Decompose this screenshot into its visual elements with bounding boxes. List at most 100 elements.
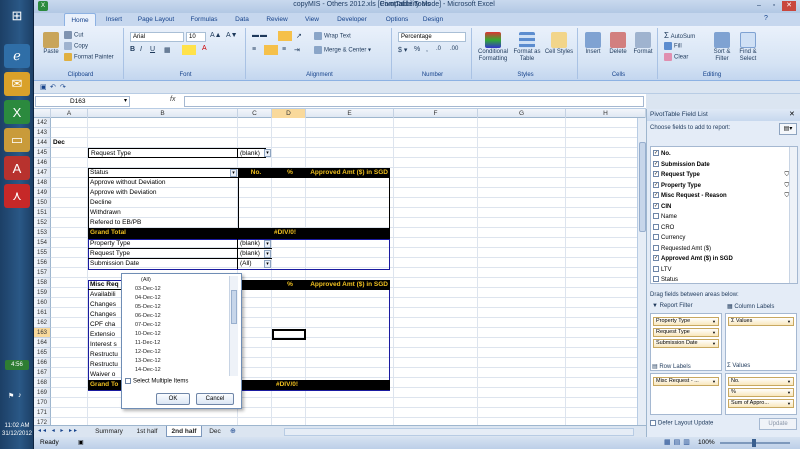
row-header[interactable]: 169 — [34, 388, 51, 398]
pivot-field-item[interactable]: Status — [653, 275, 791, 283]
row-header[interactable]: 155 — [34, 248, 51, 258]
col-header-f[interactable]: F — [394, 109, 478, 118]
font-name-combo[interactable]: Arial — [130, 32, 184, 42]
pivot1-item[interactable]: Decline — [88, 198, 238, 208]
col-header-h[interactable]: H — [566, 109, 646, 118]
field-checkbox-icon[interactable] — [653, 223, 659, 230]
tray-volume-icon[interactable]: ♪ — [18, 392, 22, 399]
pivot-field-item[interactable]: CRO — [653, 223, 791, 233]
active-cell-d163[interactable] — [272, 329, 306, 340]
tray-indicator[interactable]: 4:56 — [5, 360, 29, 370]
number-format-combo[interactable]: Percentage — [398, 32, 466, 42]
align-right-icon[interactable]: ≡ — [282, 46, 286, 53]
explorer-taskbar-icon[interactable]: ▭ — [4, 128, 30, 152]
pivot1-no-header[interactable]: No. — [238, 168, 272, 178]
filter-item[interactable]: 03-Dec-12 — [135, 285, 161, 294]
row-header[interactable]: 168 — [34, 378, 51, 388]
filter-item[interactable]: 05-Dec-12 — [135, 303, 161, 312]
row-labels-area[interactable]: Misc Request - ... — [650, 373, 722, 415]
macro-record-icon[interactable]: ▣ — [78, 437, 84, 449]
pivot1-item[interactable]: Refered to EB/PB — [88, 218, 238, 228]
row-header[interactable]: 164 — [34, 338, 51, 348]
tab-options[interactable]: Options — [380, 13, 414, 26]
name-box[interactable]: D163 — [35, 96, 130, 107]
sheet-tab-1st-half[interactable]: 1st half — [130, 426, 164, 437]
zoom-level[interactable]: 100% — [698, 437, 715, 449]
col-header-c[interactable]: C — [238, 109, 272, 118]
help-icon[interactable]: ? — [764, 15, 768, 22]
tab-view[interactable]: View — [298, 13, 326, 26]
excel-taskbar-icon[interactable]: X — [4, 100, 30, 124]
field-layout-icon[interactable]: ▤▾ — [779, 123, 797, 135]
sheet-tab-summary[interactable]: Summary — [90, 426, 128, 437]
row-header[interactable]: 144 — [34, 138, 51, 148]
horizontal-scrollbar[interactable] — [284, 428, 634, 436]
filter2-dropdown-icon[interactable]: ▾ — [264, 250, 271, 258]
row-header[interactable]: 171 — [34, 408, 51, 418]
tab-review[interactable]: Review — [260, 13, 294, 26]
col-header-d[interactable]: D — [272, 109, 306, 118]
report-filter-chip[interactable]: Request Type — [653, 328, 719, 337]
bold-icon[interactable]: B — [130, 46, 135, 53]
zoom-slider-thumb[interactable] — [752, 439, 756, 447]
tab-insert[interactable]: Insert — [98, 13, 130, 26]
currency-icon[interactable]: $ ▾ — [398, 46, 407, 54]
formula-input[interactable] — [184, 96, 644, 107]
pivot1-status-header[interactable]: Status — [88, 168, 238, 178]
row-header[interactable]: 166 — [34, 358, 51, 368]
update-button[interactable]: Update — [759, 418, 797, 430]
align-center-icon[interactable] — [264, 45, 278, 55]
row-header[interactable]: 159 — [34, 288, 51, 298]
filter2-field[interactable]: Property Type — [88, 239, 238, 249]
clear-button[interactable]: Clear — [664, 53, 688, 61]
pivot-field-item[interactable]: Name — [653, 212, 791, 222]
tray-flag-icon[interactable]: ⚑ — [8, 392, 14, 400]
view-buttons-icon[interactable]: ▦▤▥ — [664, 437, 693, 449]
scroll-thumb[interactable] — [639, 142, 646, 232]
pivot1-item[interactable]: Withdrawn — [88, 208, 238, 218]
row-header[interactable]: 152 — [34, 218, 51, 228]
field-checkbox-icon[interactable] — [653, 213, 659, 220]
row-header[interactable]: 161 — [34, 308, 51, 318]
value-chip[interactable]: No. — [728, 377, 794, 386]
align-middle-icon[interactable] — [278, 31, 292, 41]
row-header[interactable]: 167 — [34, 368, 51, 378]
filter-item[interactable]: 13-Dec-12 — [135, 357, 161, 366]
row-header[interactable]: 149 — [34, 188, 51, 198]
taskbar-clock[interactable]: 11:02 AM 31/12/2012 — [0, 422, 34, 438]
font-color-icon[interactable]: A — [202, 45, 207, 52]
orientation-icon[interactable]: ↗ — [296, 32, 302, 40]
col-header-b[interactable]: B — [88, 109, 238, 118]
row-header[interactable]: 163 — [34, 328, 51, 338]
grow-font-icon[interactable]: A▲ — [210, 32, 222, 39]
row-header[interactable]: 170 — [34, 398, 51, 408]
merge-center-button[interactable]: Merge & Center ▾ — [314, 46, 371, 54]
field-checkbox-icon[interactable]: ✓ — [653, 160, 659, 167]
row-label-chip[interactable]: Misc Request - ... — [653, 377, 719, 386]
close-icon[interactable]: ✕ — [782, 1, 796, 11]
value-chip[interactable]: Sum of Appro... — [728, 399, 794, 408]
pivot-field-item[interactable]: ✓ No. — [653, 149, 791, 159]
filter-scrollbar[interactable] — [229, 276, 238, 376]
row-header[interactable]: 158 — [34, 278, 51, 288]
report-filter-chip[interactable]: Property Type — [653, 317, 719, 326]
field-checkbox-icon[interactable] — [653, 244, 659, 251]
fill-button[interactable]: Fill — [664, 42, 682, 50]
filter1-value[interactable]: (blank) — [238, 148, 266, 158]
pivot1-pct-header[interactable]: % — [272, 168, 306, 178]
tab-page-layout[interactable]: Page Layout — [132, 13, 180, 26]
field-checkbox-icon[interactable]: ✓ — [653, 202, 659, 209]
row-header[interactable]: 151 — [34, 208, 51, 218]
copy-button[interactable]: Copy — [64, 42, 88, 50]
increase-decimal-icon[interactable]: .0 — [436, 46, 441, 52]
row-header[interactable]: 156 — [34, 258, 51, 268]
save-icon[interactable]: ▣ — [40, 83, 47, 91]
select-multiple-checkbox[interactable]: Select Multiple Items — [125, 378, 188, 385]
acrobat-taskbar-icon[interactable]: A — [4, 156, 30, 180]
delete-button[interactable]: Delete — [607, 32, 629, 56]
pivot2-pct-header[interactable]: % — [272, 280, 306, 290]
pdf-taskbar-icon[interactable]: ⋏ — [4, 184, 30, 208]
tab-developer[interactable]: Developer — [330, 13, 374, 26]
filter-cancel-button[interactable]: Cancel — [196, 393, 234, 405]
sheet-nav-arrows-icon[interactable]: ◂◂ ◂ ▸ ▸▸ — [38, 427, 79, 434]
